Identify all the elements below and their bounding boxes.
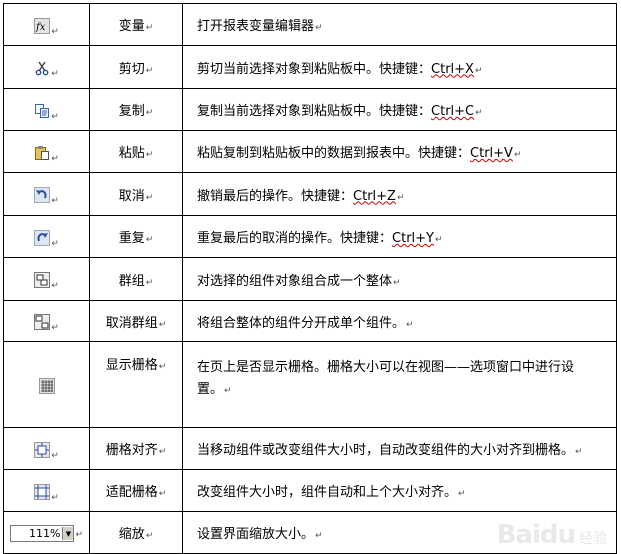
table-row: fx ↵ 变量↵ 打开报表变量编辑器↵ (3, 3, 617, 46)
command-description: 剪切当前选择对象到粘贴板中。快捷键：Ctrl+X↵ (182, 45, 617, 89)
command-description: 重复最后的取消的操作。快捷键：Ctrl+Y↵ (182, 215, 617, 258)
command-name: 取消↵ (89, 172, 183, 216)
command-description: 粘贴复制到粘贴板中的数据到报表中。快捷键：Ctrl+V↵ (182, 130, 617, 173)
table-row: ↵ 取消↵ 撤销最后的操作。快捷键：Ctrl+Z↵ (3, 172, 617, 216)
table-row: 显示栅格↵ 在页上是否显示栅格。栅格大小可以在视图——选项窗口中进行设 置。↵ (3, 341, 617, 428)
command-description: 打开报表变量编辑器↵ (182, 3, 617, 46)
command-name: 栅格对齐↵ (89, 427, 183, 470)
command-name: 剪切↵ (89, 45, 183, 89)
cut-icon (34, 60, 50, 76)
table-row: ↵ 剪切↵ 剪切当前选择对象到粘贴板中。快捷键：Ctrl+X↵ (3, 45, 617, 89)
undo-icon (34, 187, 51, 203)
fit-to-grid-icon (34, 483, 51, 500)
table-row: ↵ 复制↵ 复制当前选择对象到粘贴板中。快捷键：Ctrl+C↵ (3, 88, 617, 131)
paste-icon (34, 145, 50, 161)
command-name: 重复↵ (89, 215, 183, 258)
table-row: ↵ 栅格对齐↵ 当移动组件或改变组件大小时，自动改变组件的大小对齐到栅格。↵ (3, 427, 617, 470)
zoom-select[interactable]: 111% ▼ (10, 525, 75, 542)
command-name: 缩放↵ (89, 511, 183, 554)
table-row: ↵ 重复↵ 重复最后的取消的操作。快捷键：Ctrl+Y↵ (3, 215, 617, 258)
command-name: 适配栅格↵ (89, 469, 183, 512)
command-description: 复制当前选择对象到粘贴板中。快捷键：Ctrl+C↵ (182, 88, 617, 131)
command-name: 取消群组↵ (89, 300, 183, 342)
command-name: 变量↵ (89, 3, 183, 46)
fx-variable-icon: fx (34, 17, 51, 34)
svg-text:fx: fx (35, 22, 46, 33)
command-name: 复制↵ (89, 88, 183, 131)
table-row: ↵ 群组↵ 对选择的组件对象组合成一个整体↵ (3, 257, 617, 301)
command-description: 撤销最后的操作。快捷键：Ctrl+Z↵ (182, 172, 617, 216)
group-icon (34, 272, 51, 288)
redo-icon (34, 229, 51, 246)
baidu-jingyan-watermark: Baidu 经验 (496, 520, 607, 550)
table-row: ↵ 取消群组↵ 将组合整体的组件分开成单个组件。↵ (3, 300, 617, 342)
grid-icon (38, 377, 55, 394)
command-table: fx ↵ 变量↵ 打开报表变量编辑器↵ ↵ 剪切↵ 剪切当前选择对象到粘贴板中。快… (3, 3, 617, 554)
command-name: 群组↵ (89, 257, 183, 301)
command-description: 在页上是否显示栅格。栅格大小可以在视图——选项窗口中进行设 置。↵ (182, 341, 617, 428)
table-row: ↵ 适配栅格↵ 改变组件大小时，组件自动和上个大小对齐。↵ (3, 469, 617, 512)
table-row: ↵ 粘贴↵ 粘贴复制到粘贴板中的数据到报表中。快捷键：Ctrl+V↵ (3, 130, 617, 173)
command-description: 当移动组件或改变组件大小时，自动改变组件的大小对齐到栅格。↵ (182, 427, 617, 470)
command-name: 显示栅格↵ (89, 341, 183, 428)
command-name: 粘贴↵ (89, 130, 183, 173)
command-description: 改变组件大小时，组件自动和上个大小对齐。↵ (182, 469, 617, 512)
copy-icon (34, 103, 50, 119)
command-description: 将组合整体的组件分开成单个组件。↵ (182, 300, 617, 342)
snap-to-grid-icon (34, 441, 51, 458)
ungroup-icon (34, 314, 51, 330)
command-description: 对选择的组件对象组合成一个整体↵ (182, 257, 617, 301)
chevron-down-icon[interactable]: ▼ (62, 527, 74, 540)
